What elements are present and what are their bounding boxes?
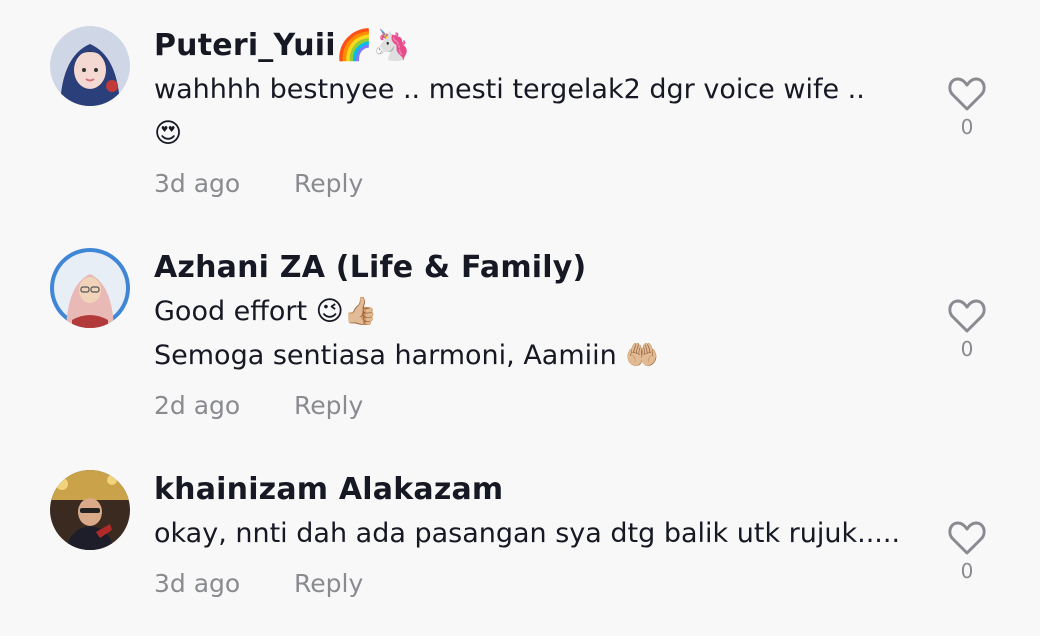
comment-text: wahhhh bestnyee .. mesti tergelak2 dgr v…: [154, 74, 865, 149]
comment-time: 3d ago: [154, 169, 241, 198]
avatar[interactable]: [50, 26, 130, 106]
avatar[interactable]: [50, 470, 130, 550]
comment-username[interactable]: Puteri_Yuii🌈🦄: [154, 24, 914, 68]
comment-body: Azhani ZA (Life & Family) Good effort 😉👍…: [154, 246, 914, 424]
like-count: 0: [960, 559, 974, 583]
avatar-image: [50, 26, 130, 106]
like-control: 0: [944, 298, 990, 362]
comment-meta: 2d ago Reply: [154, 388, 914, 424]
heart-outline-icon[interactable]: [947, 298, 987, 334]
comment-time: 3d ago: [154, 569, 241, 598]
avatar-image: [50, 470, 130, 550]
comment-body: khainizam Alakazam okay, nnti dah ada pa…: [154, 468, 914, 602]
like-count: 0: [960, 115, 974, 139]
avatar[interactable]: [50, 248, 130, 328]
avatar-image: [50, 248, 130, 328]
reply-button[interactable]: Reply: [294, 566, 363, 602]
comment-username[interactable]: Azhani ZA (Life & Family): [154, 246, 914, 290]
comment-text: Good effort 😉👍🏼 Semoga sentiasa harmoni,…: [154, 296, 659, 371]
comment-text: okay, nnti dah ada pasangan sya dtg bali…: [154, 518, 901, 549]
reply-button[interactable]: Reply: [294, 166, 363, 202]
comment-body: Puteri_Yuii🌈🦄 wahhhh bestnyee .. mesti t…: [154, 24, 914, 202]
like-control: 0: [944, 520, 990, 584]
heart-outline-icon[interactable]: [947, 76, 987, 112]
reply-button[interactable]: Reply: [294, 388, 363, 424]
comment-meta: 3d ago Reply: [154, 566, 914, 602]
like-count: 0: [960, 337, 974, 361]
comment-list: Puteri_Yuii🌈🦄 wahhhh bestnyee .. mesti t…: [0, 0, 1040, 636]
like-control: 0: [944, 76, 990, 140]
comment-username[interactable]: khainizam Alakazam: [154, 468, 914, 512]
comment-meta: 3d ago Reply: [154, 166, 914, 202]
heart-outline-icon[interactable]: [947, 520, 987, 556]
comment-time: 2d ago: [154, 391, 241, 420]
